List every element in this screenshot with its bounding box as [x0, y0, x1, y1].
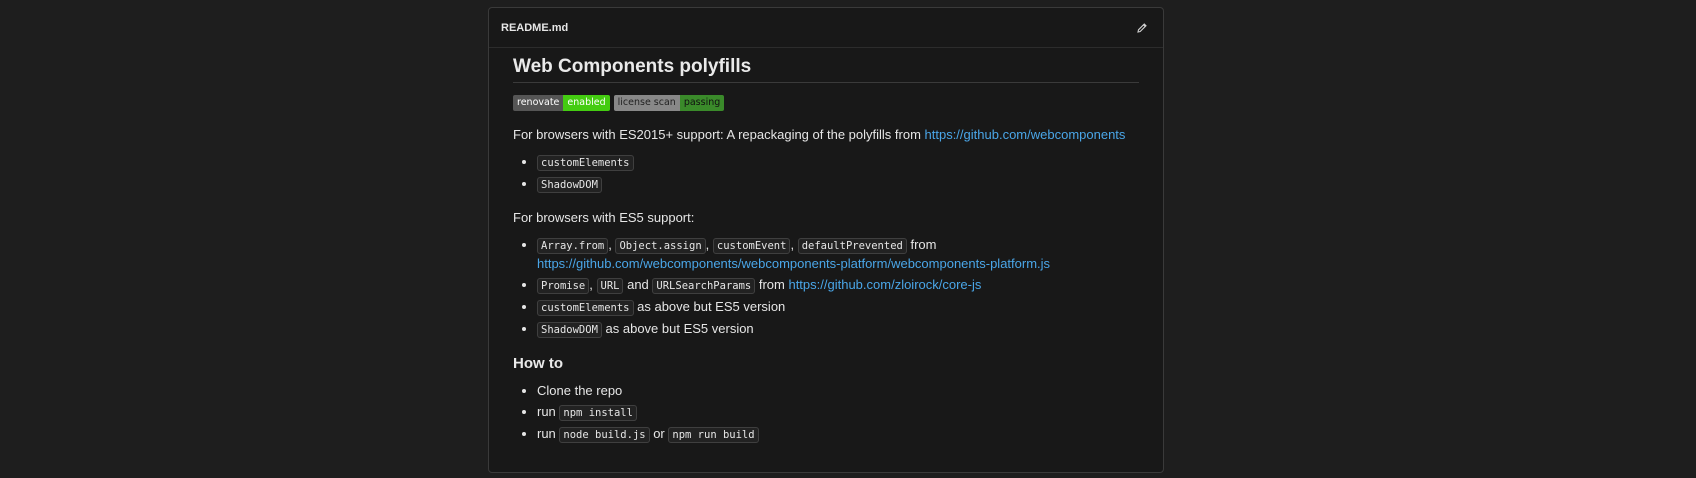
item-text: as above but ES5 version — [633, 299, 786, 314]
list-item: Promise, URL and URLSearchParams from ht… — [537, 276, 1139, 295]
list-item: run npm install — [537, 403, 1139, 422]
list-item: ShadowDOM — [537, 175, 1139, 194]
license-scan-badge[interactable]: license scan passing — [613, 95, 725, 111]
code-custom-elements: customElements — [537, 155, 634, 171]
code-custom-event: customEvent — [712, 238, 791, 254]
code-url: URL — [596, 278, 624, 294]
code-array-from: Array.from — [537, 238, 609, 254]
how-to-heading: How to — [513, 355, 563, 372]
readme-panel: README.md Web Components polyfills renov… — [488, 7, 1164, 473]
separator: , — [790, 237, 795, 252]
code-shadow-dom: ShadowDOM — [537, 177, 602, 193]
code-object-assign: Object.assign — [615, 238, 706, 254]
separator: , — [705, 237, 710, 252]
from-text: from — [755, 277, 789, 292]
webcomponents-link[interactable]: https://github.com/webcomponents — [925, 127, 1126, 142]
webcomponents-platform-link[interactable]: https://github.com/webcomponents/webcomp… — [537, 256, 1050, 271]
es2015-list: customElements ShadowDOM — [513, 153, 1139, 194]
readme-content: Web Components polyfills renovate enable… — [489, 48, 1163, 444]
badge-value: passing — [679, 95, 725, 111]
code-npm-install: npm install — [559, 405, 637, 421]
code-custom-elements: customElements — [537, 300, 634, 316]
es2015-text: For browsers with ES2015+ support: A rep… — [513, 127, 925, 142]
core-js-link[interactable]: https://github.com/zloirock/core-js — [788, 277, 981, 292]
file-name: README.md — [501, 21, 569, 34]
code-shadow-dom: ShadowDOM — [537, 322, 602, 338]
panel-header: README.md — [489, 8, 1163, 48]
renovate-badge[interactable]: renovate enabled — [513, 95, 610, 111]
code-url-search-params: URLSearchParams — [652, 278, 756, 294]
badge-label: renovate — [513, 95, 564, 111]
list-item: Array.from, Object.assign, customEvent, … — [537, 236, 1139, 273]
code-npm-run-build: npm run build — [668, 427, 759, 443]
pencil-icon[interactable] — [1134, 20, 1150, 36]
run-text: run — [537, 404, 560, 419]
list-item: Clone the repo — [537, 382, 1139, 400]
badge-label: license scan — [613, 95, 680, 111]
es5-paragraph: For browsers with ES5 support: — [513, 210, 695, 225]
list-item: ShadowDOM as above but ES5 version — [537, 320, 1139, 339]
separator: , — [589, 277, 593, 292]
code-promise: Promise — [537, 278, 590, 294]
badges: renovate enabled license scan passing — [513, 95, 1139, 111]
item-text: as above but ES5 version — [601, 321, 754, 336]
separator: , — [608, 237, 612, 252]
list-item: customElements — [537, 153, 1139, 172]
code-node-build: node build.js — [559, 427, 650, 443]
and-text: and — [623, 277, 653, 292]
from-text: from — [906, 237, 937, 252]
es2015-paragraph: For browsers with ES2015+ support: A rep… — [513, 126, 1139, 144]
readme-title: Web Components polyfills — [513, 57, 1139, 83]
badge-value: enabled — [563, 95, 610, 111]
run-text: run — [537, 426, 560, 441]
list-item: run node build.js or npm run build — [537, 425, 1139, 444]
list-item: customElements as above but ES5 version — [537, 298, 1139, 317]
or-text: or — [649, 426, 669, 441]
es5-list: Array.from, Object.assign, customEvent, … — [513, 236, 1139, 339]
how-to-list: Clone the repo run npm install run node … — [513, 382, 1139, 444]
code-default-prevented: defaultPrevented — [797, 238, 907, 254]
